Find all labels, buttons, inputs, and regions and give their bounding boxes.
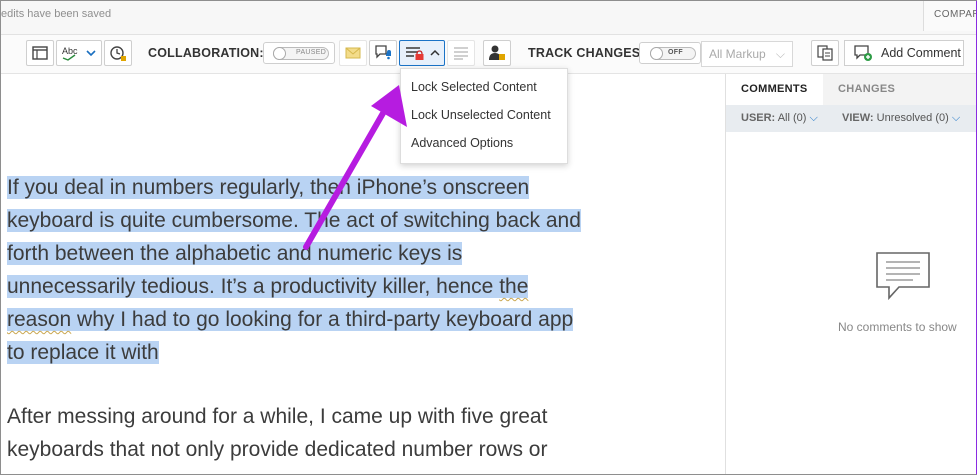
annotation-arrow bbox=[303, 85, 407, 250]
app-window: edits have been saved COMPARE Abc COLLAB… bbox=[0, 0, 977, 475]
